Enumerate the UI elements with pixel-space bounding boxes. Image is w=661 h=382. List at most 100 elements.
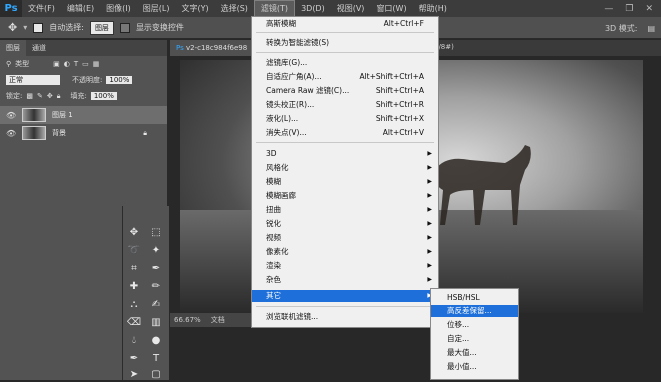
mode-3d-label: 3D 模式: xyxy=(604,23,638,33)
submenu-arrow-icon: ▶ xyxy=(427,206,432,213)
menu-item-video[interactable]: 视频 ▶ xyxy=(252,232,438,244)
restore-icon[interactable]: ❐ xyxy=(625,4,633,14)
lock-move-icon[interactable]: ✥ xyxy=(47,92,53,100)
document-tab[interactable]: Ps v2-c18c984f6e98 xyxy=(170,40,254,56)
menu-item-pixelate[interactable]: 像素化 ▶ xyxy=(252,246,438,258)
eye-icon[interactable]: 👁︎ xyxy=(6,129,16,138)
magic-wand-tool-icon[interactable]: ✦ xyxy=(148,244,164,258)
minimize-icon[interactable]: — xyxy=(604,4,613,14)
submenu-arrow-icon: ▶ xyxy=(427,164,432,171)
menu-filter[interactable]: 滤镜(T) xyxy=(253,0,296,17)
menu-item-blur-gallery[interactable]: 模糊画廊 ▶ xyxy=(252,190,438,202)
lock-label: 锁定: xyxy=(6,92,23,100)
ps-doc-icon: Ps xyxy=(176,44,184,52)
opacity-input[interactable]: 100% xyxy=(106,76,133,84)
eyedropper-tool-icon[interactable]: ✒ xyxy=(148,262,164,276)
lasso-tool-icon[interactable]: ➰ xyxy=(126,244,142,258)
move-tool-icon[interactable]: ✥ xyxy=(126,226,142,240)
menu-window[interactable]: 窗口(W) xyxy=(370,0,412,17)
menu-item-camera-raw[interactable]: Camera Raw 滤镜(C)... Shift+Ctrl+A xyxy=(252,85,438,97)
menu-item-lens-correction[interactable]: 镜头校正(R)... Shift+Ctrl+R xyxy=(252,99,438,111)
submenu-item-maximum[interactable]: 最大值... xyxy=(431,347,518,359)
adjustment-filter-icon[interactable]: ◐ xyxy=(64,60,70,68)
history-brush-tool-icon[interactable]: ✍ xyxy=(148,298,164,312)
layer-row[interactable]: 👁︎ 图层 1 xyxy=(0,106,167,124)
submenu-item-hsb-hsl[interactable]: HSB/HSL xyxy=(431,292,518,304)
lock-transparent-icon[interactable]: ▩ xyxy=(26,92,33,100)
submenu-item-offset[interactable]: 位移... xyxy=(431,319,518,331)
menu-item-noise[interactable]: 杂色 ▶ xyxy=(252,274,438,286)
gradient-tool-icon[interactable]: ▥ xyxy=(148,316,164,330)
menu-item-browse-online-filters[interactable]: 浏览联机滤镜... xyxy=(252,311,438,323)
layer-row[interactable]: 👁︎ 背景 🔒︎ xyxy=(0,124,167,142)
layer-name: 图层 1 xyxy=(52,111,73,119)
workspace-icon[interactable]: ▤ xyxy=(647,24,655,33)
menu-item-liquify[interactable]: 液化(L)... Shift+Ctrl+X xyxy=(252,113,438,125)
menu-item-filter-gallery[interactable]: 滤镜库(G)... xyxy=(252,57,438,69)
menu-view[interactable]: 视图(V) xyxy=(331,0,371,17)
pixel-filter-icon[interactable]: ▣ xyxy=(53,60,60,68)
layer-thumbnail xyxy=(22,108,46,122)
menu-item-distort[interactable]: 扭曲 ▶ xyxy=(252,204,438,216)
dodge-tool-icon[interactable]: ● xyxy=(148,334,164,348)
crop-tool-icon[interactable]: ⌗ xyxy=(126,262,142,276)
submenu-item-minimum[interactable]: 最小值... xyxy=(431,361,518,373)
tab-channels[interactable]: 通道 xyxy=(26,40,52,56)
move-tool-icon[interactable]: ✥ xyxy=(8,21,17,34)
menu-item-sharpen[interactable]: 锐化 ▶ xyxy=(252,218,438,230)
smart-filter-icon[interactable]: ▦ xyxy=(93,60,100,68)
shape-filter-icon[interactable]: ▭ xyxy=(82,60,89,68)
blend-mode-dropdown[interactable]: 正常 xyxy=(6,75,60,85)
kind-filter-dropdown[interactable]: 类型 xyxy=(15,59,29,69)
menu-item-blur[interactable]: 模糊 ▶ xyxy=(252,176,438,188)
menu-item-stylize[interactable]: 风格化 ▶ xyxy=(252,162,438,174)
type-tool-icon[interactable]: T xyxy=(148,352,164,366)
auto-select-checkbox[interactable] xyxy=(33,22,44,33)
eraser-tool-icon[interactable]: ⌫ xyxy=(126,316,142,330)
menu-item-last-filter[interactable]: 高斯模糊 Alt+Ctrl+F xyxy=(252,18,438,30)
menu-item-render[interactable]: 渲染 ▶ xyxy=(252,260,438,272)
brush-tool-icon[interactable]: ✏ xyxy=(148,280,164,294)
window-controls: — ❐ ✕ xyxy=(604,4,661,14)
submenu-item-high-pass[interactable]: 高反差保留... xyxy=(431,305,518,317)
menu-item-convert-smart-filter[interactable]: 转换为智能滤镜(S) xyxy=(252,37,438,49)
type-filter-icon[interactable]: T xyxy=(74,60,78,68)
zoom-level[interactable]: 66.67% xyxy=(174,316,201,324)
menu-edit[interactable]: 编辑(E) xyxy=(61,0,100,17)
submenu-item-custom[interactable]: 自定... xyxy=(431,333,518,345)
submenu-arrow-icon: ▶ xyxy=(427,150,432,157)
marquee-tool-icon[interactable]: ⬚ xyxy=(148,226,164,240)
menu-item-other[interactable]: 其它▶ xyxy=(252,290,438,302)
clone-stamp-tool-icon[interactable]: ⛬ xyxy=(126,298,142,312)
auto-select-dropdown[interactable]: 图层 xyxy=(89,20,114,35)
menu-image[interactable]: 图像(I) xyxy=(100,0,137,17)
eye-icon[interactable]: 👁︎ xyxy=(6,111,16,120)
opacity-label: 不透明度: xyxy=(72,76,103,84)
layer-name: 背景 xyxy=(52,129,66,137)
menu-type[interactable]: 文字(Y) xyxy=(175,0,214,17)
pen-tool-icon[interactable]: ✒ xyxy=(126,352,142,366)
tool-preset-chevron-icon[interactable]: ▾ xyxy=(23,23,27,32)
menu-item-3d[interactable]: 3D ▶ xyxy=(252,148,438,160)
healing-brush-tool-icon[interactable]: ✚ xyxy=(126,280,142,294)
show-transform-checkbox[interactable] xyxy=(119,22,130,33)
fill-input[interactable]: 100% xyxy=(90,92,117,100)
blur-tool-icon[interactable]: 💧︎ xyxy=(126,334,142,348)
lock-row: 锁定: ▩ ✎ ✥ 🔒︎ 填充: 100% xyxy=(0,88,167,104)
toolbox: ✥ ⬚ ➰ ✦ ⌗ ✒ ✚ ✏ ⛬ ✍ ⌫ ▥ 💧︎ ● ✒ T ➤ ▢ xyxy=(122,206,169,380)
menu-select[interactable]: 选择(S) xyxy=(215,0,254,17)
menu-help[interactable]: 帮助(H) xyxy=(413,0,453,17)
lock-brush-icon[interactable]: ✎ xyxy=(37,92,43,100)
menu-item-adaptive-wide-angle[interactable]: 自适应广角(A)... Alt+Shift+Ctrl+A xyxy=(252,71,438,83)
options-right-icons: 3D 模式: ▤ xyxy=(570,17,661,39)
show-transform-label: 显示变换控件 xyxy=(135,23,184,32)
deer-silhouette xyxy=(434,145,531,225)
lock-all-icon[interactable]: 🔒︎ xyxy=(57,92,61,101)
menu-3d[interactable]: 3D(D) xyxy=(295,0,331,17)
tab-layers[interactable]: 图层 xyxy=(0,40,26,56)
menu-file[interactable]: 文件(F) xyxy=(22,0,61,17)
close-icon[interactable]: ✕ xyxy=(645,4,653,14)
menu-item-vanishing-point[interactable]: 消失点(V)... Alt+Ctrl+V xyxy=(252,127,438,139)
submenu-arrow-icon: ▶ xyxy=(427,276,432,283)
menu-layer[interactable]: 图层(L) xyxy=(137,0,176,17)
